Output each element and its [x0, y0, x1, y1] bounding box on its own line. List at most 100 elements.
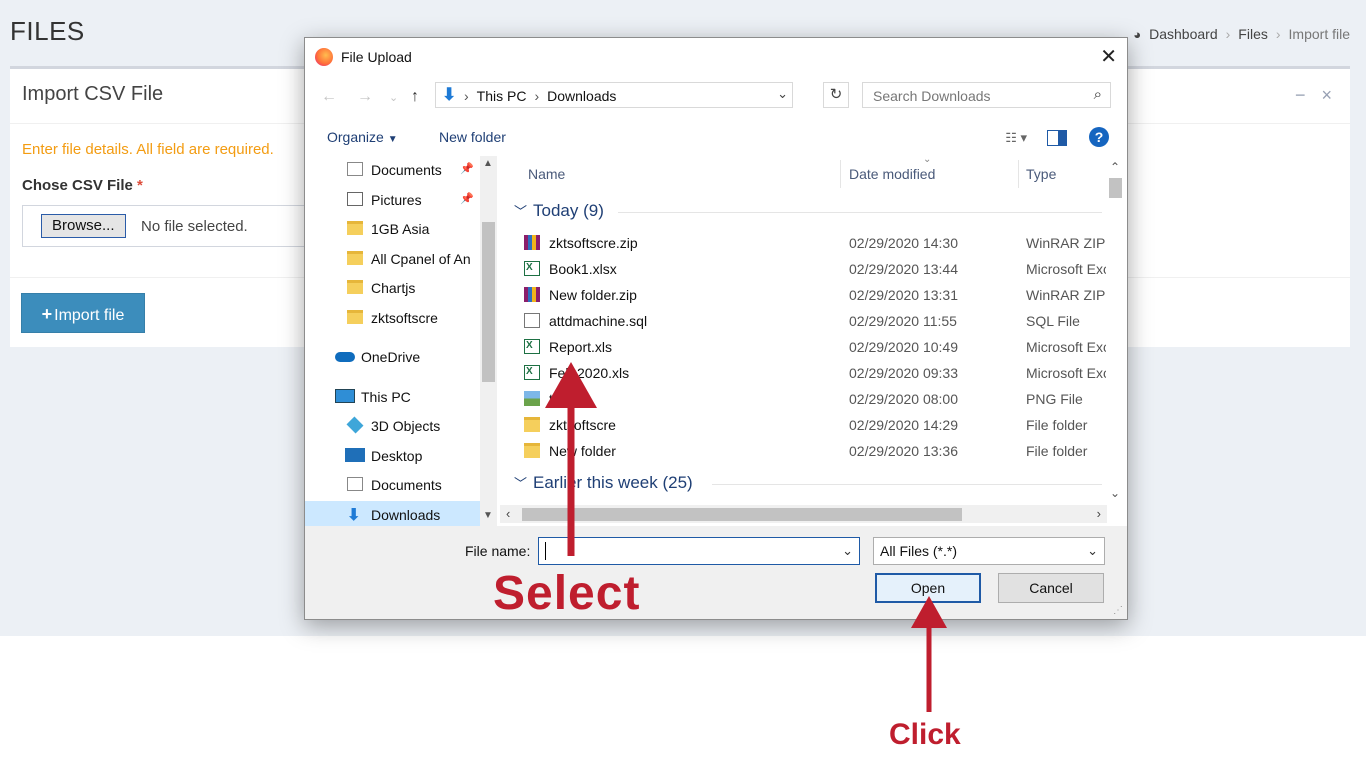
horizontal-scrollbar[interactable]: ‹ › [500, 505, 1107, 523]
csv-file-label-text: Chose CSV File [22, 177, 133, 194]
file-row[interactable]: zktsoftscre 02/29/2020 14:29 File folder [520, 412, 1100, 438]
breadcrumb-dashboard[interactable]: Dashboard [1149, 26, 1218, 42]
file-type-select[interactable]: All Files (*.*) ⌄ [873, 537, 1105, 565]
dialog-close-icon[interactable]: ✕ [1100, 44, 1117, 69]
import-file-button[interactable]: + Import file [21, 293, 145, 333]
nav-item-downloads[interactable]: ⬇ Downloads [305, 501, 480, 526]
column-date-label: Date modified [849, 166, 936, 182]
search-downloads-input[interactable]: Search Downloads ⌕ [862, 82, 1111, 108]
firefox-icon [315, 48, 333, 66]
file-row[interactable]: Feb 2020.xls 02/29/2020 09:33 Microsoft Ex… [520, 360, 1106, 386]
collapse-icon[interactable]: − [1295, 85, 1306, 106]
scroll-left-icon[interactable]: ‹ [506, 506, 510, 521]
column-date-modified[interactable]: Date modified ⌄ [841, 156, 1018, 192]
group-label: Today (9) [533, 201, 604, 220]
column-type[interactable]: Type [1019, 156, 1109, 192]
file-type: SQL File [1026, 313, 1080, 329]
column-name[interactable]: Name [500, 156, 840, 192]
csv-file-input[interactable]: Browse... No file selected. [22, 205, 324, 247]
scroll-down-icon[interactable]: ▼ [483, 510, 493, 521]
navigation-bar: ← → ⌄ ↑ ⬇ › This PC › Downloads ⌄ ↻ Search … [305, 82, 1127, 112]
folder-icon [347, 251, 363, 265]
organize-label: Organize [327, 129, 384, 145]
group-header-today[interactable]: ﹀ Today (9) [514, 201, 604, 221]
breadcrumb-files[interactable]: Files [1238, 26, 1268, 42]
file-date: 02/29/2020 13:36 [849, 443, 958, 459]
nav-item-pictures[interactable]: Pictures 📌 [305, 186, 480, 215]
nav-item-3d-objects[interactable]: 3D Objects [305, 412, 480, 441]
nav-item-desktop[interactable]: Desktop [305, 442, 480, 471]
file-row[interactable]: Book1.xlsx 02/29/2020 13:44 Microsoft Exc [520, 256, 1106, 282]
file-row[interactable]: to.png 02/29/2020 08:00 PNG File [520, 386, 1100, 412]
address-bar[interactable]: ⬇ › This PC › Downloads ⌄ [435, 82, 793, 108]
file-row[interactable]: attdmachine.sql 02/29/2020 11:55 SQL File [520, 308, 1100, 334]
recent-locations-icon[interactable]: ⌄ [389, 91, 398, 104]
scroll-up-icon[interactable]: ⌃ [1110, 160, 1120, 174]
organize-menu[interactable]: Organize ▼ [327, 129, 398, 145]
nav-item-label: All Cpanel of An [371, 251, 471, 267]
nav-item-this-pc[interactable]: This PC [305, 383, 480, 412]
group-header-earlier-this-week[interactable]: ﹀ Earlier this week (25) [514, 473, 693, 493]
nav-item-chartjs[interactable]: Chartjs [305, 274, 480, 303]
nav-scrollbar-thumb[interactable] [482, 222, 495, 382]
no-file-text: No file selected. [141, 218, 248, 235]
file-list: Name Date modified ⌄ Type ﹀ Today (9) zkts… [500, 156, 1123, 508]
browse-button[interactable]: Browse... [41, 214, 126, 238]
chevron-down-icon[interactable]: ⌄ [842, 543, 853, 559]
forward-arrow-icon[interactable]: → [357, 88, 373, 106]
nav-item-onedrive[interactable]: OneDrive [305, 343, 480, 372]
nav-item-documents[interactable]: Documents [305, 471, 480, 500]
page-title: FILES [10, 16, 85, 46]
resize-grip-icon[interactable]: ⋰ [1113, 605, 1123, 616]
nav-item-zktsoftscre[interactable]: zktsoftscre [305, 304, 480, 333]
nav-item-label: Chartjs [371, 280, 416, 296]
refresh-icon[interactable]: ↻ [823, 82, 849, 108]
caret-down-icon: ▼ [387, 134, 398, 145]
preview-pane-icon[interactable] [1047, 130, 1067, 146]
horizontal-scrollbar-thumb[interactable] [522, 508, 962, 521]
file-row[interactable]: New folder 02/29/2020 13:36 File folder [520, 438, 1100, 464]
scroll-up-icon[interactable]: ▲ [483, 158, 493, 169]
file-name: zktsoftscre.zip [549, 235, 638, 251]
nav-item-all-cpanel[interactable]: All Cpanel of An [305, 245, 480, 274]
sort-indicator-icon: ⌄ [923, 156, 932, 165]
breadcrumb-separator: › [1275, 26, 1281, 42]
scroll-down-icon[interactable]: ⌄ [1110, 486, 1120, 500]
address-this-pc[interactable]: This PC [477, 88, 527, 104]
plus-icon: + [41, 304, 53, 324]
open-button[interactable]: Open [875, 573, 981, 603]
address-downloads[interactable]: Downloads [547, 88, 616, 104]
file-type: Microsoft Exc [1026, 261, 1106, 277]
nav-item-1gb-asia[interactable]: 1GB Asia [305, 215, 480, 244]
address-dropdown-icon[interactable]: ⌄ [777, 86, 788, 102]
downloads-icon: ⬇ [347, 507, 361, 524]
pictures-icon [347, 192, 363, 206]
column-name-label: Name [528, 166, 566, 182]
file-name: Report.xls [549, 339, 613, 355]
address-chevron: › [534, 88, 540, 104]
file-row[interactable]: zktsoftscre.zip 02/29/2020 14:30 WinRAR ZI… [520, 230, 1106, 256]
file-name-input[interactable]: ⌄ [538, 537, 860, 565]
help-icon[interactable]: ? [1089, 127, 1109, 147]
file-row-report[interactable]: Report.xls 02/29/2020 10:49 Microsoft Exc [520, 334, 1106, 360]
view-options-icon[interactable]: ☷ ▾ [1005, 130, 1027, 146]
dialog-footer: File name: ⌄ All Files (*.*) ⌄ Open Canc… [305, 526, 1127, 619]
documents-icon [347, 477, 363, 491]
file-list-scrollbar[interactable]: ⌃ ⌄ [1107, 156, 1124, 508]
png-icon [524, 391, 540, 406]
cancel-button[interactable]: Cancel [998, 573, 1104, 603]
nav-pane-scrollbar[interactable]: ▲ ▼ [480, 156, 497, 526]
back-arrow-icon[interactable]: ← [321, 88, 337, 106]
file-name: to.png [549, 391, 588, 407]
up-arrow-icon[interactable]: ↑ [411, 88, 419, 106]
file-list-scrollbar-thumb[interactable] [1109, 178, 1122, 198]
nav-item-documents-pinned[interactable]: Documents 📌 [305, 156, 480, 185]
excel-icon [524, 365, 540, 380]
close-icon[interactable]: × [1321, 85, 1332, 106]
scroll-right-icon[interactable]: › [1097, 506, 1101, 521]
new-folder-button[interactable]: New folder [439, 129, 506, 145]
desktop-icon [345, 448, 365, 462]
annotation-select: Select [493, 567, 641, 620]
text-caret [545, 542, 546, 560]
file-row[interactable]: New folder.zip 02/29/2020 13:31 WinRAR ZIP… [520, 282, 1106, 308]
